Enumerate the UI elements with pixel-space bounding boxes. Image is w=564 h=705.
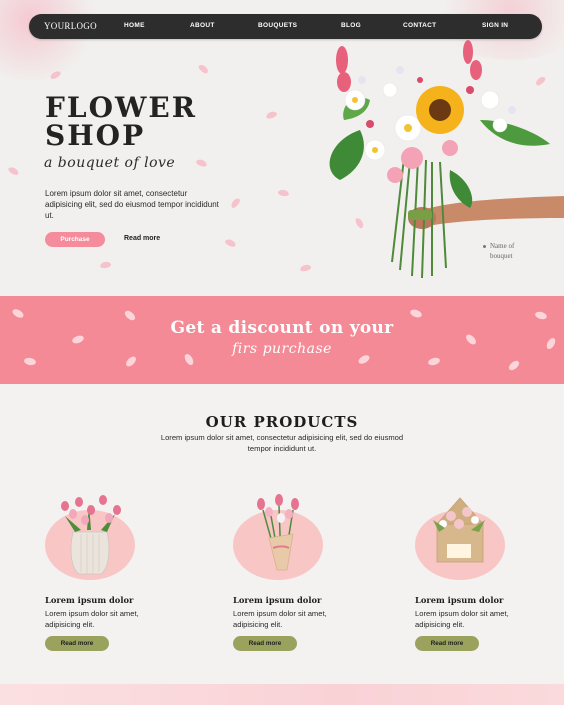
petal-decoration	[7, 165, 20, 177]
products-title: OUR PRODUCTS	[205, 413, 359, 431]
petal-decoration	[197, 63, 210, 75]
discount-subheadline: firs purchase	[232, 341, 332, 357]
petal-decoration	[99, 261, 112, 269]
caption-line: bouquet	[490, 251, 513, 260]
product-name: Lorem ipsum dolor	[233, 595, 322, 605]
petal-decoration	[23, 357, 37, 366]
product-description: Lorem ipsum dolor sit amet, adipisicing …	[233, 609, 327, 629]
hero-title-line: SHOP	[45, 119, 146, 152]
product-description: Lorem ipsum dolor sit amet, adipisicing …	[415, 609, 509, 629]
hero-title: FLOWER SHOP	[45, 94, 197, 150]
product-card: Lorem ipsum dolor Lorem ipsum dolor sit …	[233, 490, 343, 660]
nav-item-bouquets[interactable]: BOUQUETS	[258, 22, 297, 29]
bullet-icon	[483, 245, 486, 248]
top-navigation-bar: YOURLOGO HOME ABOUT BOUQUETS BLOG CONTAC…	[29, 14, 542, 39]
nav-item-sign-in[interactable]: SIGN IN	[482, 22, 508, 29]
nav-item-home[interactable]: HOME	[124, 22, 145, 29]
hero-section: YOURLOGO HOME ABOUT BOUQUETS BLOG CONTAC…	[0, 0, 564, 296]
bouquet-image	[329, 40, 564, 279]
hero-title-line: FLOWER	[45, 91, 198, 124]
petal-decoration	[224, 237, 237, 249]
nav-item-blog[interactable]: BLOG	[341, 22, 361, 29]
read-more-button[interactable]: Read more	[45, 636, 109, 651]
petal-decoration	[265, 110, 278, 120]
site-logo[interactable]: YOURLOGO	[44, 21, 97, 31]
discount-headline: Get a discount on your	[170, 318, 394, 338]
read-more-button[interactable]: Read more	[415, 636, 479, 651]
pink-wash-decoration	[0, 0, 100, 80]
products-subtitle: Lorem ipsum dolor sit amet, consectetur …	[160, 433, 404, 453]
caption-line: Name of	[490, 242, 515, 250]
read-more-button[interactable]: Read more	[233, 636, 297, 651]
vase-bouquet-image	[61, 495, 121, 575]
product-card: Lorem ipsum dolor Lorem ipsum dolor sit …	[45, 490, 155, 660]
tulip-bouquet-image	[257, 494, 299, 571]
product-card: Lorem ipsum dolor Lorem ipsum dolor sit …	[415, 490, 525, 660]
nav-item-contact[interactable]: CONTACT	[403, 22, 436, 29]
petal-decoration	[195, 158, 208, 168]
petal-decoration	[277, 189, 290, 197]
bouquet-caption: Name of bouquet	[483, 242, 514, 261]
nav-item-about[interactable]: ABOUT	[190, 22, 215, 29]
hero-tagline: a bouquet of love	[44, 155, 176, 171]
purchase-button[interactable]: Purchase	[45, 232, 105, 247]
footer-strip	[0, 684, 564, 705]
discount-banner: Get a discount on your firs purchase	[0, 296, 564, 384]
product-description: Lorem ipsum dolor sit amet, adipisicing …	[45, 609, 139, 629]
petal-decoration	[229, 196, 242, 210]
product-name: Lorem ipsum dolor	[415, 595, 504, 605]
petal-decoration	[427, 356, 441, 367]
petal-decoration	[507, 358, 521, 373]
hero-description: Lorem ipsum dolor sit amet, consectetur …	[45, 189, 219, 220]
product-name: Lorem ipsum dolor	[45, 595, 134, 605]
envelope-flowers-image	[433, 497, 485, 563]
hero-read-more-link[interactable]: Read more	[124, 235, 160, 242]
